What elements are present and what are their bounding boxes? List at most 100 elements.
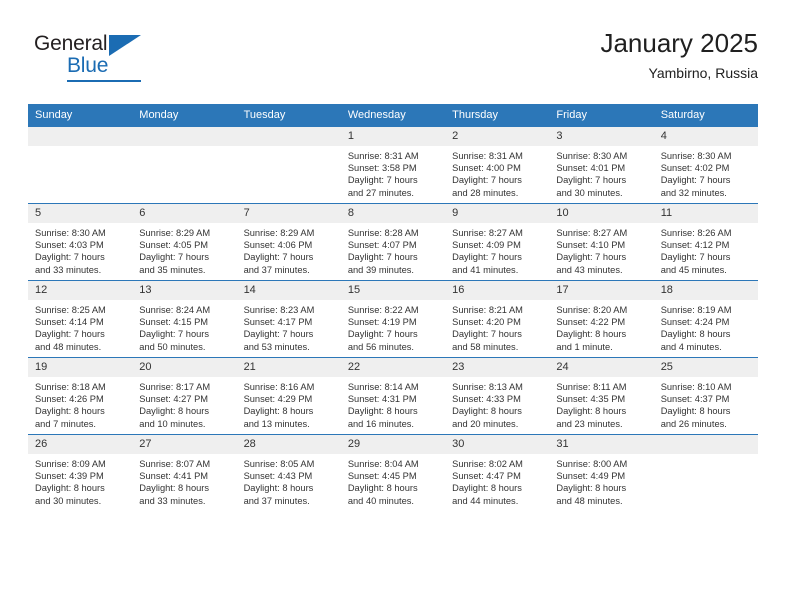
day-number: 4: [653, 127, 758, 146]
daylight-text-line1: Daylight: 7 hours: [556, 252, 627, 263]
calendar-day-cell[interactable]: 25 Sunrise: 8:10 AM Sunset: 4:37 PM Dayligh…: [653, 357, 758, 435]
calendar-day-cell[interactable]: 7 Sunrise: 8:29 AM Sunset: 4:06 PM Daylight…: [236, 203, 341, 281]
title-block: January 2025 Yambirno, Russia: [600, 28, 758, 83]
daylight-text-line2: and 27 minutes.: [347, 187, 414, 198]
sunrise-text: Sunrise: 8:07 AM: [139, 459, 211, 469]
sunrise-text: Sunrise: 8:28 AM: [347, 228, 419, 238]
daylight-text-line2: and 32 minutes.: [660, 187, 727, 198]
calendar-day-cell[interactable]: 23 Sunrise: 8:13 AM Sunset: 4:33 PM Dayligh…: [445, 357, 550, 435]
sunrise-text: Sunrise: 8:11 AM: [556, 382, 627, 392]
calendar-day-cell[interactable]: 26 Sunrise: 8:09 AM Sunset: 4:39 PM Dayligh…: [28, 434, 133, 511]
calendar-week-row: 1 Sunrise: 8:31 AM Sunset: 3:58 PM Daylight…: [28, 126, 758, 204]
calendar-body: 1 Sunrise: 8:31 AM Sunset: 3:58 PM Daylight…: [28, 126, 758, 511]
weekday-header-row: Sunday Monday Tuesday Wednesday Thursday…: [28, 104, 758, 127]
calendar-day-cell[interactable]: 29 Sunrise: 8:04 AM Sunset: 4:45 PM Dayligh…: [340, 434, 446, 511]
day-details: Sunrise: 8:05 AM Sunset: 4:43 PM Daylight:…: [237, 454, 341, 507]
daylight-text-line1: Daylight: 7 hours: [452, 252, 522, 263]
calendar-day-cell[interactable]: 2 Sunrise: 8:31 AM Sunset: 4:00 PM Daylight…: [445, 126, 550, 204]
daylight-text-line1: Daylight: 8 hours: [556, 483, 627, 494]
day-details: Sunrise: 8:19 AM Sunset: 4:24 PM Daylight:…: [654, 300, 758, 353]
daylight-text-line1: Daylight: 7 hours: [347, 252, 418, 263]
calendar-day-cell[interactable]: 10 Sunrise: 8:27 AM Sunset: 4:10 PM Dayligh…: [549, 203, 654, 281]
day-number: [132, 127, 237, 146]
day-details: Sunrise: 8:26 AM Sunset: 4:12 PM Daylight:…: [654, 223, 758, 276]
day-number: [653, 435, 758, 454]
sunrise-text: Sunrise: 8:23 AM: [243, 305, 315, 315]
sunset-text: Sunset: 4:19 PM: [347, 317, 417, 328]
calendar-day-cell[interactable]: 22 Sunrise: 8:14 AM Sunset: 4:31 PM Dayligh…: [340, 357, 446, 435]
daylight-text-line2: and 1 minute.: [556, 341, 613, 352]
calendar-grid: Sunday Monday Tuesday Wednesday Thursday…: [28, 104, 758, 511]
calendar-day-cell[interactable]: 18 Sunrise: 8:19 AM Sunset: 4:24 PM Dayligh…: [653, 280, 758, 358]
calendar-day-cell[interactable]: 14 Sunrise: 8:23 AM Sunset: 4:17 PM Dayligh…: [236, 280, 341, 358]
calendar-day-cell[interactable]: 12 Sunrise: 8:25 AM Sunset: 4:14 PM Dayligh…: [28, 280, 133, 358]
calendar-day-cell[interactable]: 16 Sunrise: 8:21 AM Sunset: 4:20 PM Dayligh…: [445, 280, 550, 358]
logo-underline: [67, 80, 141, 82]
calendar-day-cell[interactable]: 28 Sunrise: 8:05 AM Sunset: 4:43 PM Dayligh…: [236, 434, 341, 511]
generalblue-logo[interactable]: General Blue: [34, 32, 214, 88]
calendar-day-cell[interactable]: 15 Sunrise: 8:22 AM Sunset: 4:19 PM Dayligh…: [340, 280, 446, 358]
day-number: 31: [549, 435, 654, 454]
calendar-day-cell[interactable]: 27 Sunrise: 8:07 AM Sunset: 4:41 PM Dayligh…: [132, 434, 237, 511]
day-details: Sunrise: 8:22 AM Sunset: 4:19 PM Daylight:…: [341, 300, 445, 353]
day-number: 30: [445, 435, 550, 454]
calendar-day-cell[interactable]: 6 Sunrise: 8:29 AM Sunset: 4:05 PM Daylight…: [132, 203, 237, 281]
daylight-text-line1: Daylight: 8 hours: [556, 329, 627, 340]
calendar-day-cell[interactable]: 13 Sunrise: 8:24 AM Sunset: 4:15 PM Dayligh…: [132, 280, 237, 358]
calendar-day-cell[interactable]: 1 Sunrise: 8:31 AM Sunset: 3:58 PM Daylight…: [340, 126, 446, 204]
day-number: 1: [340, 127, 446, 146]
calendar-day-cell[interactable]: 30 Sunrise: 8:02 AM Sunset: 4:47 PM Dayligh…: [445, 434, 550, 511]
sunrise-text: Sunrise: 8:19 AM: [660, 305, 732, 315]
sunrise-text: Sunrise: 8:14 AM: [347, 382, 419, 392]
calendar-week-row: 19 Sunrise: 8:18 AM Sunset: 4:26 PM Dayligh…: [28, 357, 758, 435]
daylight-text-line1: Daylight: 7 hours: [556, 175, 627, 186]
daylight-text-line2: and 56 minutes.: [347, 341, 414, 352]
day-number: 5: [28, 204, 133, 223]
sunset-text: Sunset: 4:06 PM: [243, 240, 313, 251]
day-number: 9: [445, 204, 550, 223]
day-number: 6: [132, 204, 237, 223]
weekday-header-friday: Friday: [549, 104, 654, 127]
sunrise-text: Sunrise: 8:27 AM: [452, 228, 523, 238]
day-details: Sunrise: 8:02 AM Sunset: 4:47 PM Daylight:…: [445, 454, 549, 507]
sunrise-text: Sunrise: 8:27 AM: [556, 228, 628, 238]
sunrise-text: Sunrise: 8:02 AM: [452, 459, 523, 469]
sunrise-text: Sunrise: 8:31 AM: [452, 151, 523, 161]
sunset-text: Sunset: 4:01 PM: [556, 163, 626, 174]
daylight-text-line2: and 33 minutes.: [35, 264, 102, 275]
daylight-text-line1: Daylight: 7 hours: [660, 175, 731, 186]
day-details: Sunrise: 8:18 AM Sunset: 4:26 PM Daylight:…: [28, 377, 132, 430]
calendar-day-cell[interactable]: 19 Sunrise: 8:18 AM Sunset: 4:26 PM Dayligh…: [28, 357, 133, 435]
calendar-day-cell[interactable]: 17 Sunrise: 8:20 AM Sunset: 4:22 PM Dayligh…: [549, 280, 654, 358]
sunset-text: Sunset: 4:02 PM: [660, 163, 730, 174]
day-number: 20: [132, 358, 237, 377]
calendar-day-cell[interactable]: 11 Sunrise: 8:26 AM Sunset: 4:12 PM Dayligh…: [653, 203, 758, 281]
calendar-day-cell[interactable]: 3 Sunrise: 8:30 AM Sunset: 4:01 PM Daylight…: [549, 126, 654, 204]
daylight-text-line1: Daylight: 8 hours: [660, 329, 731, 340]
daylight-text-line1: Daylight: 8 hours: [139, 483, 210, 494]
sunrise-text: Sunrise: 8:04 AM: [347, 459, 419, 469]
sunset-text: Sunset: 4:33 PM: [452, 394, 521, 405]
calendar-day-cell[interactable]: 5 Sunrise: 8:30 AM Sunset: 4:03 PM Daylight…: [28, 203, 133, 281]
calendar-day-cell[interactable]: 31 Sunrise: 8:00 AM Sunset: 4:49 PM Dayligh…: [549, 434, 654, 511]
sunset-text: Sunset: 4:22 PM: [556, 317, 626, 328]
sunset-text: Sunset: 3:58 PM: [347, 163, 417, 174]
day-details: Sunrise: 8:07 AM Sunset: 4:41 PM Daylight:…: [132, 454, 236, 507]
calendar-day-cell[interactable]: 8 Sunrise: 8:28 AM Sunset: 4:07 PM Daylight…: [340, 203, 446, 281]
daylight-text-line2: and 40 minutes.: [347, 495, 414, 506]
calendar-day-cell[interactable]: 9 Sunrise: 8:27 AM Sunset: 4:09 PM Daylight…: [445, 203, 550, 281]
daylight-text-line2: and 44 minutes.: [452, 495, 519, 506]
calendar-day-cell[interactable]: 20 Sunrise: 8:17 AM Sunset: 4:27 PM Dayligh…: [132, 357, 237, 435]
sunset-text: Sunset: 4:12 PM: [660, 240, 730, 251]
calendar-day-cell[interactable]: 21 Sunrise: 8:16 AM Sunset: 4:29 PM Dayligh…: [236, 357, 341, 435]
day-number: [28, 127, 133, 146]
daylight-text-line2: and 37 minutes.: [243, 264, 310, 275]
day-number: 26: [28, 435, 133, 454]
daylight-text-line1: Daylight: 8 hours: [452, 483, 522, 494]
sunset-text: Sunset: 4:31 PM: [347, 394, 417, 405]
sunrise-text: Sunrise: 8:21 AM: [452, 305, 523, 315]
daylight-text-line1: Daylight: 8 hours: [35, 483, 105, 494]
calendar-day-cell[interactable]: 4 Sunrise: 8:30 AM Sunset: 4:02 PM Daylight…: [653, 126, 758, 204]
day-number: 14: [236, 281, 341, 300]
calendar-day-cell[interactable]: 24 Sunrise: 8:11 AM Sunset: 4:35 PM Dayligh…: [549, 357, 654, 435]
